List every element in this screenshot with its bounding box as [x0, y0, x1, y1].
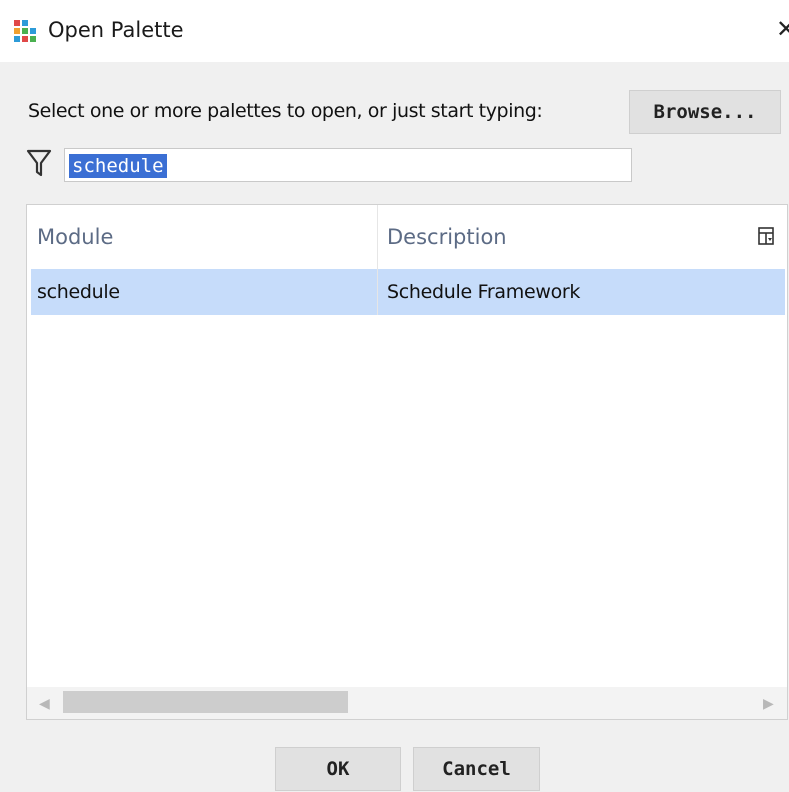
column-divider — [377, 205, 378, 315]
funnel-icon — [26, 149, 52, 177]
column-chooser-icon[interactable] — [758, 227, 776, 247]
horizontal-scrollbar[interactable]: ◀ ▶ — [27, 687, 787, 719]
ok-button[interactable]: OK — [275, 747, 401, 791]
palette-table: Module Description schedule Schedule Fra… — [26, 204, 788, 720]
description-cell: Schedule Framework — [387, 281, 581, 303]
chevron-right-icon[interactable]: ▶ — [763, 695, 774, 712]
palette-app-icon — [14, 20, 36, 42]
title-bar: Open Palette ✕ — [0, 0, 789, 62]
scrollbar-thumb[interactable] — [63, 691, 348, 713]
column-header-module[interactable]: Module — [37, 205, 113, 269]
window-title: Open Palette — [48, 18, 184, 42]
column-header-description[interactable]: Description — [387, 205, 507, 269]
chevron-left-icon[interactable]: ◀ — [39, 695, 50, 712]
filter-input[interactable]: schedule — [64, 148, 632, 182]
filter-value: schedule — [69, 154, 167, 178]
cancel-button[interactable]: Cancel — [413, 747, 540, 791]
prompt-label: Select one or more palettes to open, or … — [28, 100, 543, 122]
module-cell: schedule — [37, 281, 120, 303]
close-icon[interactable]: ✕ — [776, 15, 789, 43]
table-row[interactable]: schedule Schedule Framework — [31, 269, 785, 315]
browse-button[interactable]: Browse... — [629, 90, 781, 134]
